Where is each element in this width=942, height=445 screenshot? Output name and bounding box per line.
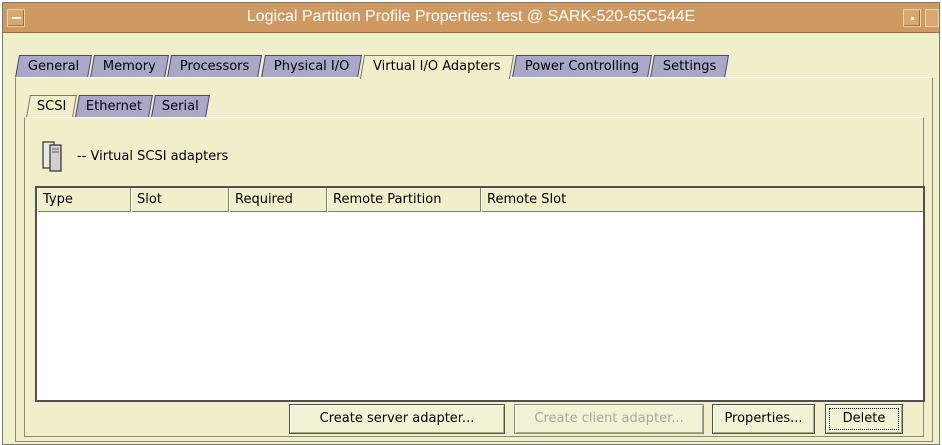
tab-settings[interactable]: Settings xyxy=(649,55,730,78)
tab-processors[interactable]: Processors xyxy=(167,55,263,78)
window-title: Logical Partition Profile Properties: te… xyxy=(246,8,696,25)
delete-button[interactable]: Delete xyxy=(825,404,903,434)
subtab-scsi[interactable]: SCSI xyxy=(26,95,78,117)
tab-memory[interactable]: Memory xyxy=(90,55,170,78)
sub-tabs: SCSI Ethernet Serial xyxy=(26,95,211,117)
adapters-table[interactable]: Type Slot Required Remote Partition Remo… xyxy=(35,186,925,402)
window: Logical Partition Profile Properties: te… xyxy=(2,2,940,445)
create-server-adapter-button[interactable]: Create server adapter... xyxy=(289,404,505,434)
scsi-adapter-icon xyxy=(41,140,71,172)
column-header-remote-slot[interactable]: Remote Slot xyxy=(481,188,923,212)
title-bar[interactable]: Logical Partition Profile Properties: te… xyxy=(3,3,939,33)
maximize-button[interactable] xyxy=(925,9,939,27)
subtab-serial[interactable]: Serial xyxy=(151,95,211,117)
subtab-ethernet[interactable]: Ethernet xyxy=(75,95,154,117)
section-header: -- Virtual SCSI adapters xyxy=(41,140,228,172)
column-header-remote-partition[interactable]: Remote Partition xyxy=(327,188,481,212)
column-header-slot[interactable]: Slot xyxy=(131,188,229,212)
create-client-adapter-button[interactable]: Create client adapter... xyxy=(514,404,704,434)
minimize-icon xyxy=(911,17,914,20)
column-header-required[interactable]: Required xyxy=(229,188,327,212)
tab-physical-io[interactable]: Physical I/O xyxy=(260,55,362,78)
scsi-panel: -- Virtual SCSI adapters Type Slot Requi… xyxy=(24,117,925,437)
section-label: -- Virtual SCSI adapters xyxy=(77,148,229,164)
minimize-button[interactable] xyxy=(903,9,921,27)
tab-power-controlling[interactable]: Power Controlling xyxy=(511,55,652,78)
column-header-type[interactable]: Type xyxy=(37,188,131,212)
tab-virtual-io-adapters[interactable]: Virtual I/O Adapters xyxy=(359,55,514,79)
tab-general[interactable]: General xyxy=(14,55,93,78)
main-tabs: General Memory Processors Physical I/O V… xyxy=(14,55,730,79)
properties-button[interactable]: Properties... xyxy=(712,404,815,434)
tab-panel: SCSI Ethernet Serial -- Virtual SCSI ada… xyxy=(15,77,933,442)
table-header: Type Slot Required Remote Partition Remo… xyxy=(37,188,923,212)
